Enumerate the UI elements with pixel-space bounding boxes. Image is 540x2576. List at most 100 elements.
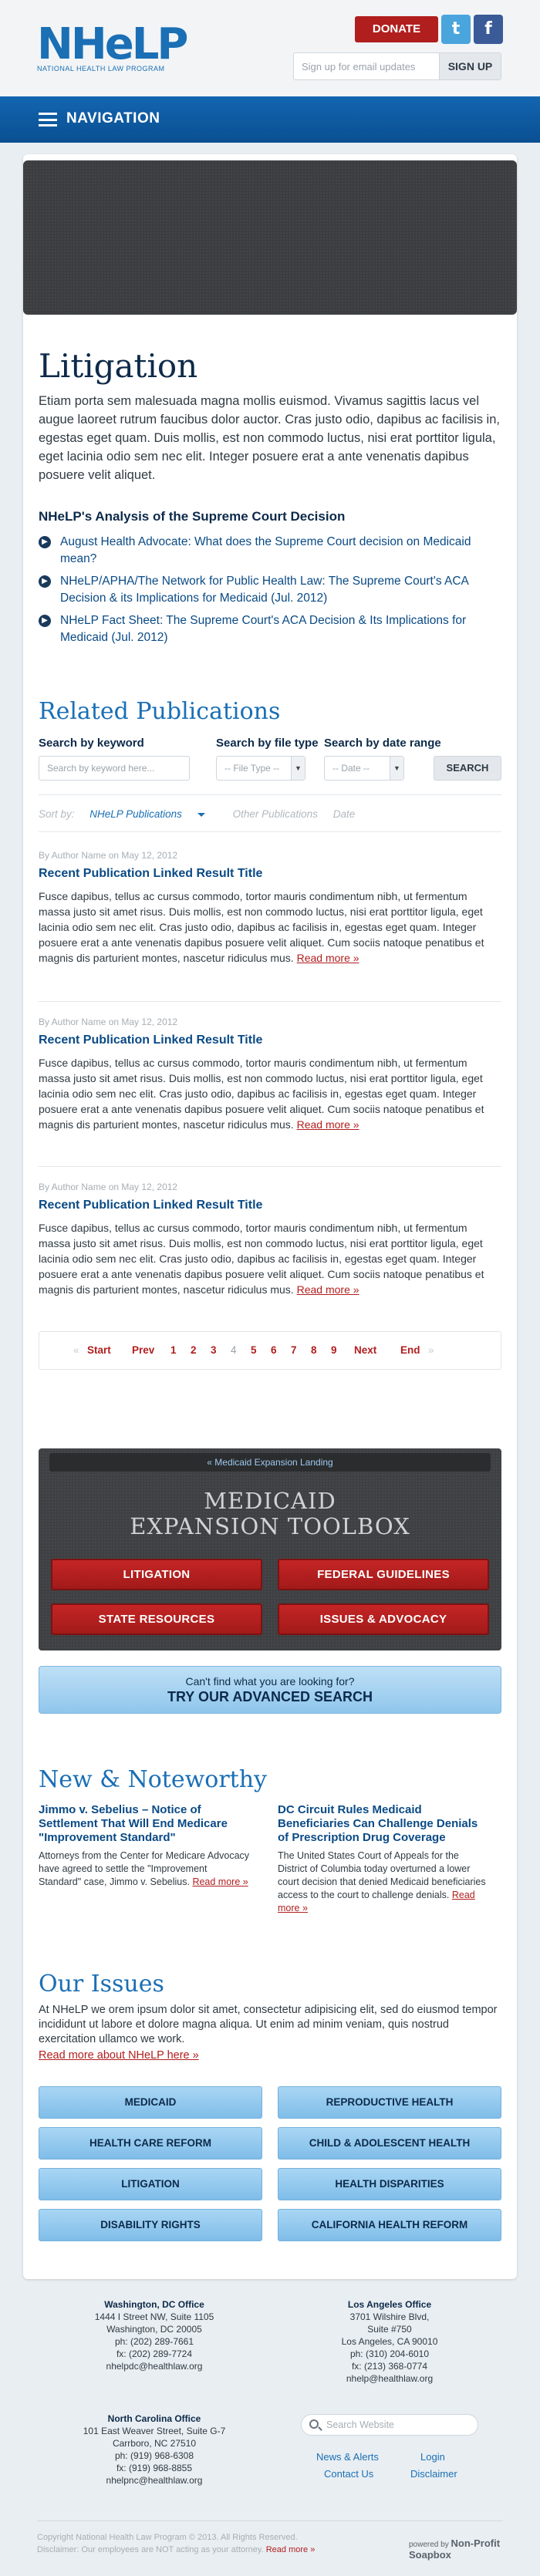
pager-end[interactable]: End [400,1344,420,1356]
publication-title-link[interactable]: Recent Publication Linked Result Title [39,1199,501,1212]
issue-disability-rights-button[interactable]: DISABILITY RIGHTS [39,2209,262,2241]
issue-health-disparities-button[interactable]: HEALTH DISPARITIES [278,2168,501,2200]
toolbox-litigation-button[interactable]: LITIGATION [51,1559,262,1590]
pager-page[interactable]: 5 [251,1344,257,1356]
chevron-down-icon: ▼ [291,757,305,780]
pager-next[interactable]: Next [354,1344,376,1356]
navigation-label[interactable]: NAVIGATION [66,110,160,127]
toolbox-state-resources-button[interactable]: STATE RESOURCES [51,1603,262,1635]
date-select[interactable]: -- Date -- ▼ [324,756,404,781]
office-line: 3701 Wilshire Blvd, [349,2311,430,2322]
keyword-search-input[interactable]: Search by keyword here... [39,756,190,781]
pagination: « Start Prev 1 2 3 4 5 6 7 8 9 Next End … [39,1331,501,1370]
hero-banner [23,160,517,315]
footer-search-input[interactable] [326,2415,473,2435]
signup-button[interactable]: SIGN UP [439,53,501,79]
navigation-bar[interactable]: NAVIGATION [0,96,540,143]
medicaid-expansion-landing-link[interactable]: « Medicaid Expansion Landing [49,1453,491,1472]
issue-litigation-button[interactable]: LITIGATION [39,2168,262,2200]
advanced-search-link[interactable]: TRY OUR ADVANCED SEARCH [39,1689,501,1705]
twitter-icon[interactable]: t [441,15,471,44]
office-email-link[interactable]: nhelpnc@healthlaw.org [69,2474,239,2487]
footer-link-contact[interactable]: Contact Us [324,2468,373,2480]
pager-page[interactable]: 9 [331,1344,337,1356]
publication-item: By Author Name on May 12, 2012 Recent Pu… [39,850,501,966]
pager-page[interactable]: 3 [211,1344,217,1356]
read-more-link[interactable]: Read more » [297,952,359,964]
sort-option-label: NHeLP Publications [89,808,182,820]
publication-excerpt: Fusce dapibus, tellus ac cursus commodo,… [39,1220,501,1297]
donate-button[interactable]: DONATE [355,16,438,42]
read-more-about-link[interactable]: Read more about NHeLP here » [39,2049,501,2062]
sort-option-nhelp[interactable]: NHeLP Publications [89,808,218,820]
footer-link-news[interactable]: News & Alerts [316,2451,379,2463]
issue-health-care-reform-button[interactable]: HEALTH CARE REFORM [39,2127,262,2160]
sort-label: Sort by: [39,808,75,820]
read-more-link[interactable]: Read more » [297,1283,359,1296]
facebook-icon[interactable]: f [474,15,503,44]
related-publications-title: Related Publications [39,698,281,725]
publication-item: By Author Name on May 12, 2012 Recent Pu… [39,1017,501,1132]
email-signup-input[interactable] [294,53,433,79]
analysis-heading: NHeLP's Analysis of the Supreme Court De… [39,509,346,524]
pager-page[interactable]: 2 [191,1344,197,1356]
sort-option-date[interactable]: Date [333,808,356,820]
analysis-link[interactable]: ▶ NHeLP/APHA/The Network for Public Healt… [39,573,501,607]
analysis-link-text[interactable]: NHeLP/APHA/The Network for Public Health… [60,575,468,605]
powered-by[interactable]: powered by Non-Profit Soapbox [409,2537,540,2561]
toolbox-federal-guidelines-button[interactable]: FEDERAL GUIDELINES [278,1559,489,1590]
publication-meta: By Author Name on May 12, 2012 [39,850,178,861]
date-select-value: -- Date -- [332,763,370,774]
site-logo[interactable]: NHeLP NATIONAL HEALTH LAW PROGRAM [37,23,188,73]
news-title-link[interactable]: Jimmo v. Sebelius – Notice of Settlement… [39,1803,251,1845]
read-more-link[interactable]: Read more » [192,1876,248,1887]
office-email-link[interactable]: nhelpdc@healthlaw.org [69,2360,239,2372]
pager-page[interactable]: 1 [170,1344,177,1356]
disclaimer-read-more-link[interactable]: Read more » [266,2545,316,2554]
office-line: Los Angeles, CA 90010 [341,2336,438,2347]
pager-prev[interactable]: Prev [132,1344,154,1356]
news-title-link[interactable]: DC Circuit Rules Medicaid Beneficiaries … [278,1803,490,1845]
toolbox-title-line2: EXPANSION TOOLBOX [130,1513,410,1539]
publication-title-link[interactable]: Recent Publication Linked Result Title [39,1033,501,1047]
issue-medicaid-button[interactable]: MEDICAID [39,2086,262,2119]
pager-page[interactable]: 6 [271,1344,277,1356]
medicaid-expansion-toolbox: « Medicaid Expansion Landing MEDICAID EX… [39,1448,501,1650]
toolbox-issues-advocacy-button[interactable]: ISSUES & ADVOCACY [278,1603,489,1635]
sort-bar: Sort by: NHeLP Publications Other Public… [39,808,501,820]
news-item: DC Circuit Rules Medicaid Beneficiaries … [278,1803,490,1915]
disclaimer-text: Disclaimer: Our employees are NOT acting… [37,2544,315,2556]
footer-link-disclaimer[interactable]: Disclaimer [410,2468,457,2480]
publication-excerpt: Fusce dapibus, tellus ac cursus commodo,… [39,1055,501,1132]
site-header: NHeLP NATIONAL HEALTH LAW PROGRAM DONATE… [0,0,540,96]
office-line: ph: (919) 968-6308 [114,2450,194,2461]
search-button[interactable]: SEARCH [434,756,501,781]
pager-page[interactable]: 7 [291,1344,297,1356]
footer-link-login[interactable]: Login [420,2451,445,2463]
pager-page[interactable]: 8 [311,1344,317,1356]
filetype-select[interactable]: -- File Type -- ▼ [216,756,305,781]
analysis-link-text[interactable]: August Health Advocate: What does the Su… [60,535,471,565]
office-line: 101 East Weaver Street, Suite G-7 [83,2426,226,2436]
issue-reproductive-health-button[interactable]: REPRODUCTIVE HEALTH [278,2086,501,2119]
pager-start[interactable]: Start [87,1344,111,1356]
issue-child-adolescent-health-button[interactable]: CHILD & ADOLESCENT HEALTH [278,2127,501,2160]
office-dc: Washington, DC Office 1444 I Street NW, … [69,2298,239,2372]
arrow-circle-icon: ▶ [39,536,51,548]
analysis-link[interactable]: ▶ August Health Advocate: What does the S… [39,534,501,568]
pager-last-arrow: » [428,1344,434,1356]
email-signup-form: SIGN UP [293,52,501,80]
issue-california-health-reform-button[interactable]: CALIFORNIA HEALTH REFORM [278,2209,501,2241]
advanced-search-banner[interactable]: Can't find what you are looking for? TRY… [39,1666,501,1714]
hamburger-menu-icon[interactable] [39,113,57,126]
office-line: fx: (202) 289-7724 [116,2348,193,2359]
publication-meta: By Author Name on May 12, 2012 [39,1182,178,1192]
office-email-link[interactable]: nhelp@healthlaw.org [305,2372,474,2385]
sort-option-other[interactable]: Other Publications [233,808,318,820]
analysis-link[interactable]: ▶ NHeLP Fact Sheet: The Supreme Court's A… [39,612,501,646]
read-more-link[interactable]: Read more » [297,1118,359,1131]
office-name: Los Angeles Office [347,2299,432,2310]
analysis-link-text[interactable]: NHeLP Fact Sheet: The Supreme Court's AC… [60,614,466,644]
toolbox-title-line1: MEDICAID [204,1488,336,1514]
publication-title-link[interactable]: Recent Publication Linked Result Title [39,867,501,881]
